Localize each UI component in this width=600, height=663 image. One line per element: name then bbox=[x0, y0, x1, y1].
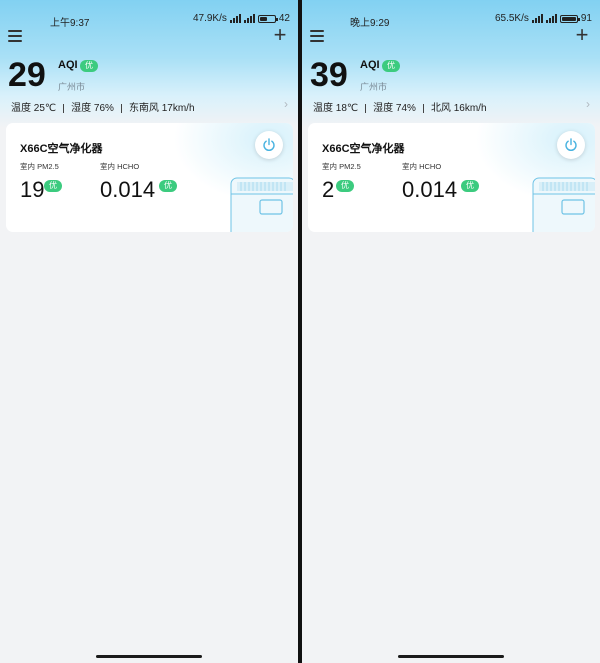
pm25-label: 室内 PM2.5 bbox=[20, 162, 59, 171]
humidity: 湿度 76% bbox=[71, 103, 114, 114]
home-indicator[interactable] bbox=[398, 655, 504, 658]
aqi-label: AQI bbox=[360, 59, 380, 71]
pm25-badge: 优 bbox=[336, 180, 354, 192]
pm25-badge: 优 bbox=[44, 180, 62, 192]
air-purifier-icon bbox=[230, 177, 293, 232]
city-name: 广州市 bbox=[360, 82, 388, 92]
phone-screen-right: 晚上9:29 65.5K/s 91 + 39 AQI 优 广州市 温度 18℃ 湿… bbox=[302, 0, 600, 663]
menu-icon[interactable] bbox=[8, 30, 22, 42]
power-button[interactable] bbox=[255, 131, 283, 159]
network-speed: 47.9K/s bbox=[192, 13, 227, 24]
power-icon bbox=[565, 138, 577, 152]
chevron-right-icon[interactable]: › bbox=[586, 97, 590, 111]
aqi-badge: 优 bbox=[80, 60, 98, 72]
signal-icon bbox=[229, 14, 241, 23]
home-indicator[interactable] bbox=[96, 655, 202, 658]
pm25-value: 2 bbox=[322, 177, 335, 202]
status-time: 晚上9:29 bbox=[350, 18, 390, 29]
humidity: 湿度 74% bbox=[373, 103, 416, 114]
device-card[interactable]: X66C空气净化器 室内 PM2.5 19 优 室内 HCHO 0.014 优 bbox=[6, 123, 293, 232]
status-bar: 晚上9:29 65.5K/s 91 bbox=[302, 0, 600, 29]
signal-icon bbox=[531, 14, 543, 23]
hcho-badge: 优 bbox=[461, 180, 479, 192]
city-name: 广州市 bbox=[58, 82, 86, 92]
menu-icon[interactable] bbox=[310, 30, 324, 42]
wind: 北风 16km/h bbox=[430, 103, 487, 114]
power-button[interactable] bbox=[557, 131, 585, 159]
device-name: X66C空气净化器 bbox=[322, 143, 405, 155]
aqi-label: AQI bbox=[58, 59, 78, 71]
temperature: 温度 18℃ bbox=[313, 103, 359, 114]
hcho-badge: 优 bbox=[159, 180, 177, 192]
separator bbox=[120, 103, 122, 113]
signal-icon bbox=[545, 14, 557, 23]
hcho-label: 室内 HCHO bbox=[402, 162, 442, 171]
pm25-value: 19 bbox=[20, 177, 45, 202]
wind: 东南风 17km/h bbox=[128, 103, 195, 114]
device-name: X66C空气净化器 bbox=[20, 143, 103, 155]
hcho-value: 0.014 bbox=[100, 177, 156, 202]
separator bbox=[63, 103, 65, 113]
separator bbox=[365, 103, 367, 113]
aqi-value: 39 bbox=[310, 56, 348, 94]
status-bar: 上午9:37 47.9K/s 42 bbox=[0, 0, 298, 29]
aqi-badge: 优 bbox=[382, 60, 400, 72]
pm25-label: 室内 PM2.5 bbox=[322, 162, 361, 171]
weather-info: 温度 25℃ 湿度 76% 东南风 17km/h bbox=[11, 99, 195, 114]
hcho-label: 室内 HCHO bbox=[100, 162, 140, 171]
separator bbox=[422, 103, 424, 113]
weather-info: 温度 18℃ 湿度 74% 北风 16km/h bbox=[313, 99, 487, 114]
power-icon bbox=[263, 138, 275, 152]
hcho-value: 0.014 bbox=[402, 177, 458, 202]
temperature: 温度 25℃ bbox=[11, 103, 57, 114]
device-card[interactable]: X66C空气净化器 室内 PM2.5 2 优 室内 HCHO 0.014 优 bbox=[308, 123, 595, 232]
network-speed: 65.5K/s bbox=[494, 13, 529, 24]
plus-icon[interactable]: + bbox=[574, 24, 590, 46]
chevron-right-icon[interactable]: › bbox=[284, 97, 288, 111]
air-purifier-icon bbox=[532, 177, 595, 232]
signal-icon bbox=[243, 14, 255, 23]
status-time: 上午9:37 bbox=[50, 18, 90, 29]
phone-screen-left: 上午9:37 47.9K/s 42 + 29 AQI 优 广州市 温度 25℃ 湿… bbox=[0, 0, 298, 663]
aqi-value: 29 bbox=[8, 56, 46, 94]
plus-icon[interactable]: + bbox=[272, 24, 288, 46]
